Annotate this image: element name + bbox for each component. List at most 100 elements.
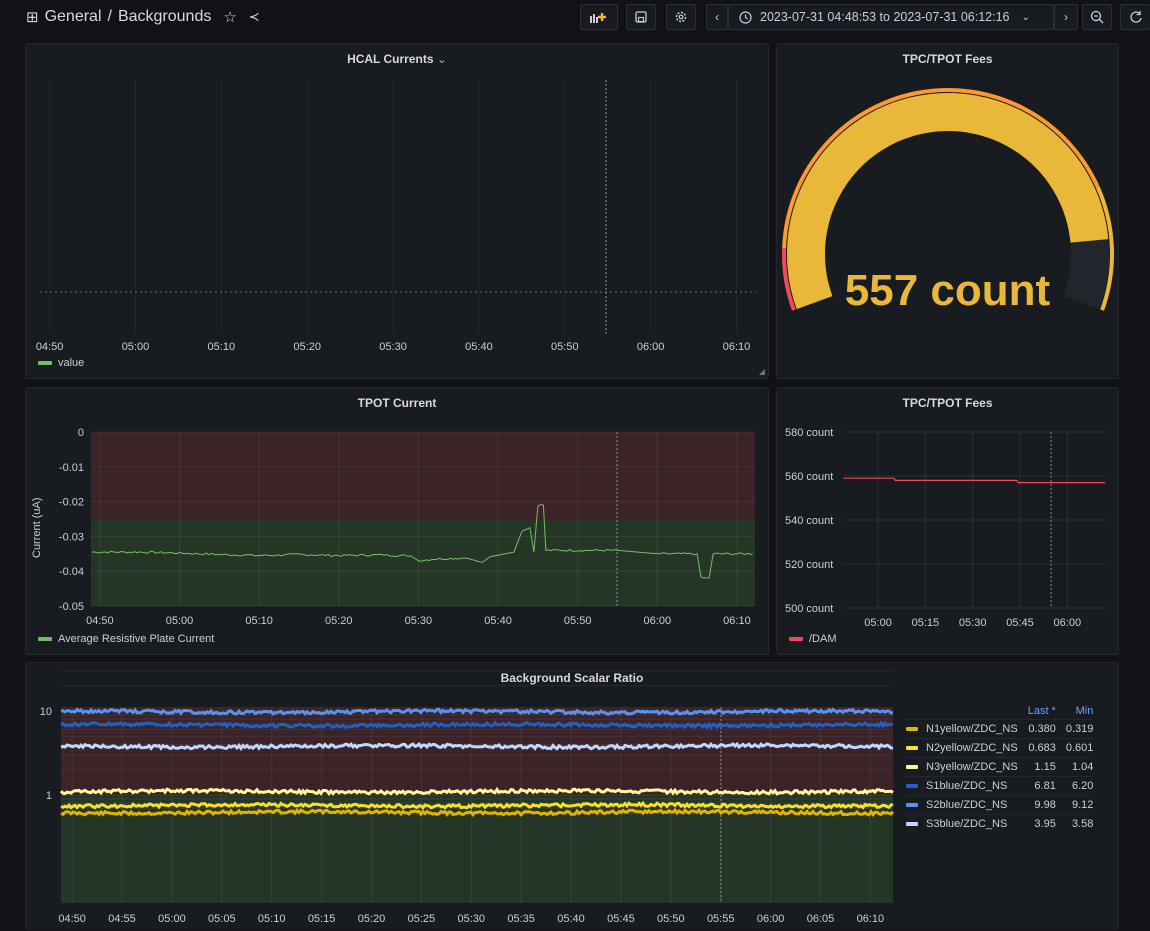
- top-bar: ⊞ General / Backgrounds ☆ ≺ ‹ 2023-07-31…: [0, 0, 1150, 36]
- legend-last-value: 6.81: [1017, 776, 1056, 796]
- legend-min-value: 3.58: [1055, 814, 1094, 833]
- chevron-left-icon: ‹: [715, 10, 719, 24]
- gauge-chart: [782, 88, 1114, 311]
- x-tick-label: 05:00: [166, 615, 194, 627]
- legend-swatch: [789, 637, 803, 641]
- panel-title-text: HCAL Currents: [347, 52, 434, 66]
- y-tick-label: -0.04: [59, 566, 84, 578]
- x-tick-label: 05:00: [864, 617, 892, 628]
- x-tick-label: 05:45: [607, 913, 635, 925]
- x-tick-label: 06:00: [1054, 617, 1082, 628]
- x-tick-label: 05:10: [258, 913, 286, 925]
- legend-header-last[interactable]: Last *: [1018, 703, 1056, 720]
- resize-handle-icon[interactable]: ◢: [759, 367, 765, 376]
- save-dashboard-button[interactable]: [626, 4, 656, 30]
- legend-series-name: S1blue/ZDC_NS: [906, 776, 1018, 796]
- legend-row[interactable]: N2yellow/ZDC_NS 0.683 0.601: [906, 738, 1094, 758]
- time-forward-button[interactable]: ›: [1054, 4, 1078, 30]
- x-tick-label: 05:05: [208, 913, 236, 925]
- series-line-dam: [843, 477, 1106, 484]
- x-tick-label: 04:55: [108, 913, 136, 925]
- x-tick-label: 04:50: [86, 615, 114, 627]
- x-tick-label: 05:30: [959, 617, 987, 628]
- x-tick-label: 05:15: [912, 617, 940, 628]
- x-tick-label: 04:50: [58, 913, 86, 925]
- x-tick-label: 05:40: [465, 341, 493, 353]
- legend-label: S1blue/ZDC_NS: [926, 780, 1008, 792]
- x-tick-label: 05:25: [408, 913, 436, 925]
- x-tick-label: 05:10: [208, 341, 236, 353]
- legend-label: N1yellow/ZDC_NS: [926, 723, 1018, 735]
- x-tick-label: 05:20: [325, 615, 353, 627]
- legend-swatch: [906, 765, 918, 770]
- chevron-down-icon: ⌄: [1021, 11, 1030, 23]
- legend-label: /DAM: [809, 633, 837, 645]
- legend-series-name: S2blue/ZDC_NS: [906, 795, 1018, 815]
- breadcrumb-separator: /: [107, 8, 112, 25]
- legend-row[interactable]: S1blue/ZDC_NS 6.81 6.20: [906, 776, 1094, 796]
- legend-series-name: N3yellow/ZDC_NS: [906, 757, 1018, 777]
- y-tick-label: 580 count: [785, 427, 833, 439]
- dashboard-grid-icon[interactable]: ⊞: [26, 8, 39, 26]
- y-axis-label: Current (uA): [31, 497, 43, 558]
- bsr-chart[interactable]: 100101 04:5004:5505:0005:0505:1005:1505:…: [26, 663, 906, 931]
- gauge-value: 557 count: [844, 266, 1051, 315]
- legend-min-value: 0.319: [1055, 719, 1094, 739]
- legend-swatch: [906, 822, 918, 827]
- gear-icon: [675, 11, 687, 23]
- legend-swatch: [906, 784, 918, 789]
- dashboard-title[interactable]: Backgrounds: [118, 8, 211, 26]
- legend-label: N3yellow/ZDC_NS: [926, 761, 1018, 773]
- y-tick-label: 0: [78, 427, 84, 439]
- time-range-picker[interactable]: 2023-07-31 04:48:53 to 2023-07-31 06:12:…: [728, 4, 1054, 30]
- legend-table: Last * Min N1yellow/ZDC_NS 0.380 0.319 N2ye…: [906, 703, 1094, 833]
- panel-hcal-currents: HCAL Currents ⌄ 04:50 05:00 05:10 05:20 05:3…: [25, 43, 769, 379]
- legend-item[interactable]: Average Resistive Plate Current: [38, 633, 214, 645]
- y-tick-label: 500 count: [785, 603, 833, 615]
- hcal-chart[interactable]: 04:50 05:00 05:10 05:20 05:30 05:40 05:50 06:00…: [26, 72, 770, 372]
- legend-last-value: 3.95: [1017, 814, 1056, 833]
- panel-title[interactable]: HCAL Currents ⌄: [26, 52, 768, 66]
- zoom-out-icon: [1090, 10, 1104, 24]
- refresh-icon: [1129, 11, 1142, 23]
- legend-item[interactable]: value: [38, 357, 84, 369]
- fees-chart[interactable]: 580 count 560 count 540 count 520 count 500 …: [777, 388, 1120, 628]
- zoom-out-button[interactable]: [1082, 4, 1112, 30]
- legend-row[interactable]: N1yellow/ZDC_NS 0.380 0.319: [906, 719, 1094, 739]
- legend-row[interactable]: N3yellow/ZDC_NS 1.15 1.04: [906, 757, 1094, 777]
- panel-tpot-current: TPOT Current 0 -0.01 -0.02 -0.03 -0.04 -0.05 …: [25, 387, 769, 655]
- legend-series-name: S3blue/ZDC_NS: [906, 814, 1018, 833]
- x-tick-label: 05:20: [358, 913, 386, 925]
- x-tick-label: 06:10: [723, 341, 751, 353]
- legend-row[interactable]: S3blue/ZDC_NS 3.95 3.58: [906, 814, 1094, 833]
- y-tick-label: -0.05: [59, 601, 84, 613]
- x-tick-label: 05:30: [405, 615, 433, 627]
- legend-swatch: [906, 727, 918, 732]
- legend-item[interactable]: /DAM: [789, 633, 837, 645]
- time-back-button[interactable]: ‹: [706, 4, 728, 30]
- y-tick-label: 520 count: [785, 559, 833, 571]
- x-tick-label: 05:30: [379, 341, 407, 353]
- panel-tpc-tpot-fees-gauge: TPC/TPOT Fees 557 count: [776, 43, 1119, 379]
- legend-last-value: 0.683: [1017, 738, 1056, 758]
- settings-button[interactable]: [666, 4, 696, 30]
- panel-title[interactable]: TPC/TPOT Fees: [777, 52, 1118, 66]
- refresh-button[interactable]: [1120, 4, 1150, 30]
- star-icon[interactable]: ☆: [223, 8, 236, 26]
- breadcrumb-folder[interactable]: General: [45, 8, 102, 26]
- x-tick-label: 05:40: [484, 615, 512, 627]
- x-tick-label: 05:00: [122, 341, 150, 353]
- add-panel-button[interactable]: [580, 4, 618, 30]
- x-tick-label: 05:50: [564, 615, 592, 627]
- legend-header-min[interactable]: Min: [1056, 703, 1094, 720]
- legend-min-value: 6.20: [1055, 776, 1094, 796]
- legend-series-name: N2yellow/ZDC_NS: [906, 738, 1018, 758]
- tpot-chart[interactable]: 0 -0.01 -0.02 -0.03 -0.04 -0.05 04:50 05:00 05:…: [26, 388, 770, 628]
- x-tick-label: 05:55: [707, 913, 735, 925]
- chevron-down-icon: ⌄: [436, 52, 447, 66]
- legend-row[interactable]: S2blue/ZDC_NS 9.98 9.12: [906, 795, 1094, 815]
- x-tick-label: 06:00: [644, 615, 672, 627]
- x-tick-label: 06:10: [723, 615, 751, 627]
- share-icon[interactable]: ≺: [249, 9, 260, 25]
- x-tick-label: 05:45: [1006, 617, 1034, 628]
